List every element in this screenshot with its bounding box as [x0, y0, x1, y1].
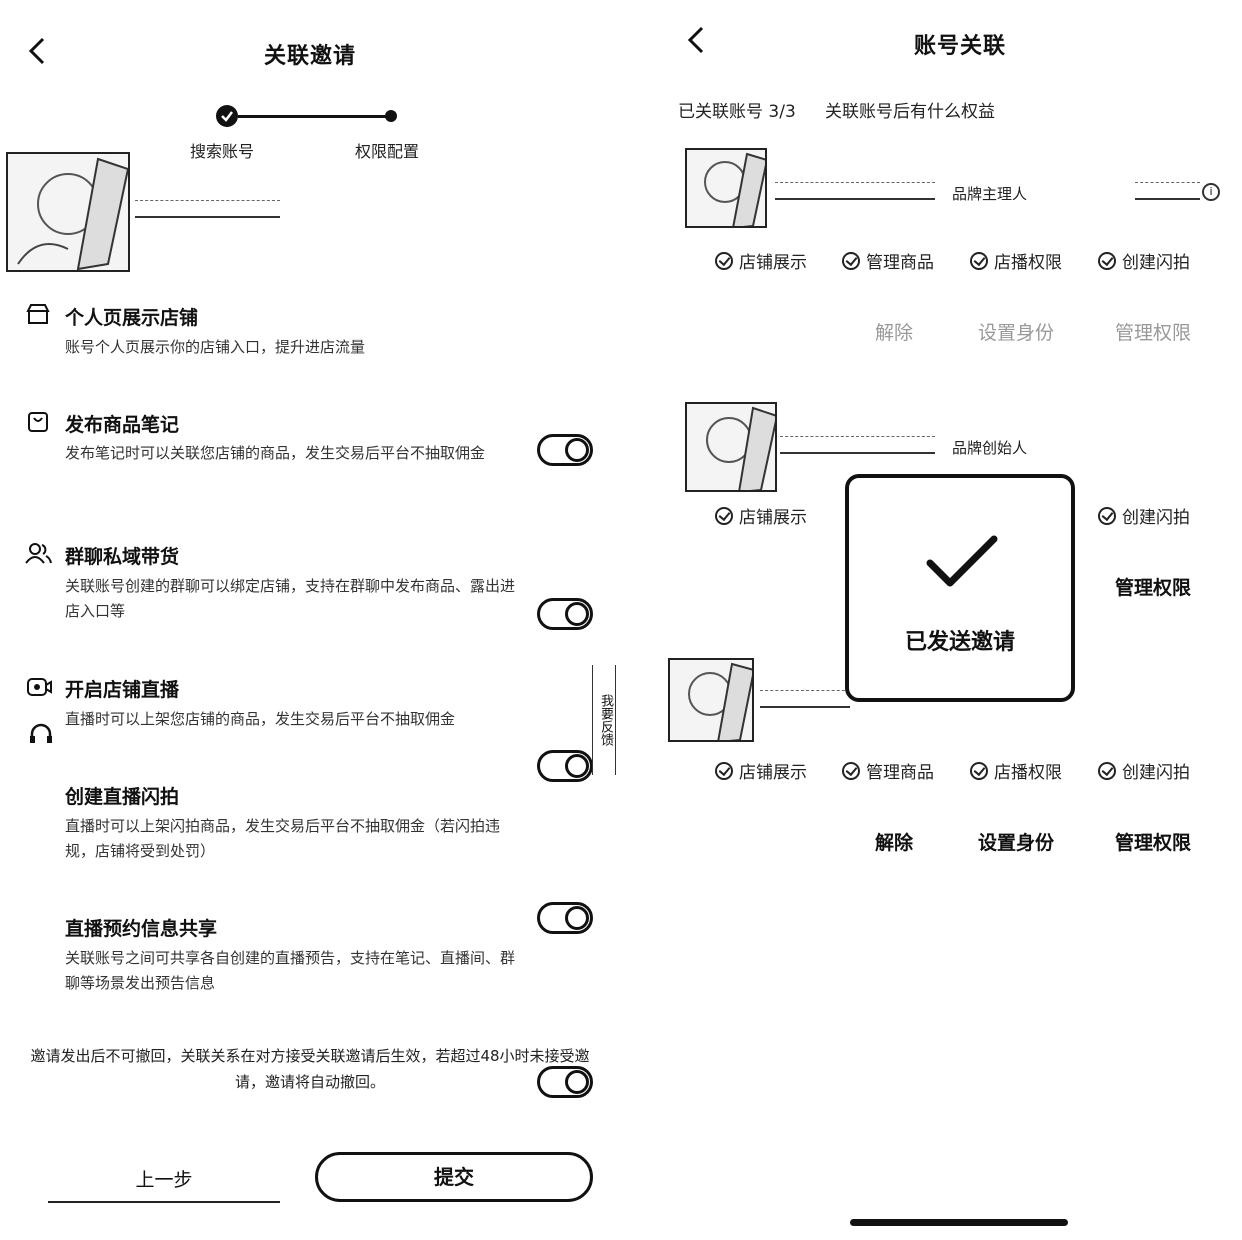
perm-title: 直播预约信息共享 — [65, 918, 218, 940]
account-name-masked — [780, 436, 935, 454]
perm-chip: 店铺展示 — [715, 758, 807, 783]
account-role: 品牌创始人 — [952, 439, 1028, 457]
toggle-switch[interactable] — [537, 598, 593, 630]
account-name-masked — [775, 182, 935, 200]
live-icon — [26, 675, 52, 699]
prev-step-button[interactable]: 上一步 — [48, 1165, 280, 1203]
perm-desc: 直播时可以上架闪拍商品，发生交易后平台不抽取佣金（若闪拍违规，店铺将受到处罚） — [65, 817, 501, 860]
perm-chip: 店铺展示 — [715, 503, 807, 528]
account-name-masked — [135, 200, 280, 218]
step-connector — [238, 115, 386, 118]
perm-title: 群聊私域带货 — [65, 546, 180, 568]
perm-title: 开启店铺直播 — [65, 679, 180, 701]
account-role: 品牌主理人 — [952, 185, 1028, 203]
status-masked — [1135, 182, 1200, 200]
perm-chip: 管理商品 — [842, 248, 934, 273]
perm-desc: 发布笔记时可以关联您店铺的商品，发生交易后平台不抽取佣金 — [65, 444, 486, 462]
set-identity-button[interactable]: 设置身份 — [978, 318, 1054, 345]
perm-desc: 直播时可以上架您店铺的商品，发生交易后平台不抽取佣金 — [65, 710, 456, 728]
perm-chip: 店播权限 — [970, 248, 1062, 273]
perm-chip: 创建闪拍 — [1098, 758, 1190, 783]
notice-text: 邀请发出后不可撤回，关联关系在对方接受关联邀请后生效，若超过48小时未接受邀请，… — [30, 1047, 590, 1091]
toggle-switch[interactable] — [537, 750, 593, 782]
checkmark-icon — [924, 533, 1000, 597]
avatar — [685, 148, 767, 228]
info-icon[interactable]: i — [1202, 183, 1220, 201]
page-title: 账号关联 — [913, 34, 1006, 59]
avatar — [6, 152, 130, 272]
perm-desc: 关联账号创建的群聊可以绑定店铺，支持在群聊中发布商品、露出进店入口等 — [65, 577, 516, 620]
avatar — [685, 402, 777, 492]
perm-title: 创建直播闪拍 — [65, 786, 180, 808]
feedback-tab[interactable]: 我要反馈 — [592, 665, 616, 775]
step-label-search: 搜索账号 — [190, 142, 255, 161]
perm-desc: 关联账号之间可共享各自创建的直播预告，支持在笔记、直播间、群聊等场景发出预告信息 — [65, 949, 516, 992]
check-circle-icon — [1098, 251, 1116, 270]
success-toast: 已发送邀请 — [845, 474, 1075, 702]
check-circle-icon — [842, 251, 860, 270]
account-link-screen: 账号关联 已关联账号 3/3 关联账号后有什么权益 品牌主理人 i 店铺展示 管… — [630, 0, 1242, 1240]
set-identity-button[interactable]: 设置身份 — [978, 828, 1054, 855]
check-circle-icon — [715, 761, 733, 780]
toggle-switch[interactable] — [537, 434, 593, 466]
step-dot — [385, 110, 397, 122]
perm-chip: 创建闪拍 — [1098, 248, 1190, 273]
manage-permission-button[interactable]: 管理权限 — [1115, 318, 1191, 345]
headset-icon[interactable] — [28, 722, 54, 748]
perm-title: 发布商品笔记 — [65, 414, 180, 436]
check-circle-icon — [970, 761, 988, 780]
perm-chip: 创建闪拍 — [1098, 503, 1190, 528]
page-title: 关联邀请 — [263, 44, 356, 69]
manage-permission-button[interactable]: 管理权限 — [1115, 573, 1191, 600]
check-circle-icon — [842, 761, 860, 780]
home-indicator — [850, 1219, 1068, 1226]
perm-chip: 店播权限 — [970, 758, 1062, 783]
invite-screen: 关联邀请 搜索账号 权限配置 个人页展示店铺 账号个人页展示你的店铺入口，提升进… — [0, 0, 620, 1240]
perm-desc: 账号个人页展示你的店铺入口，提升进店流量 — [65, 338, 366, 356]
check-circle-icon — [715, 251, 733, 270]
group-icon — [24, 541, 52, 565]
linked-count: 已关联账号 3/3 — [678, 102, 796, 122]
note-icon — [26, 410, 50, 434]
avatar — [668, 658, 754, 742]
perm-chip: 店铺展示 — [715, 248, 807, 273]
toast-message: 已发送邀请 — [904, 630, 1015, 655]
step-done-icon — [216, 105, 238, 127]
check-circle-icon — [1098, 506, 1116, 525]
manage-permission-button[interactable]: 管理权限 — [1115, 828, 1191, 855]
check-circle-icon — [970, 251, 988, 270]
store-icon — [26, 302, 50, 326]
account-name-masked — [760, 690, 850, 708]
check-circle-icon — [715, 506, 733, 525]
benefits-link[interactable]: 关联账号后有什么权益 — [825, 97, 995, 122]
step-label-permission: 权限配置 — [355, 142, 420, 161]
unlink-button[interactable]: 解除 — [875, 828, 913, 855]
perm-title: 个人页展示店铺 — [65, 307, 199, 329]
unlink-button[interactable]: 解除 — [875, 318, 913, 345]
check-circle-icon — [1098, 761, 1116, 780]
perm-chip: 管理商品 — [842, 758, 934, 783]
toggle-switch[interactable] — [537, 902, 593, 934]
submit-button[interactable]: 提交 — [315, 1152, 593, 1202]
